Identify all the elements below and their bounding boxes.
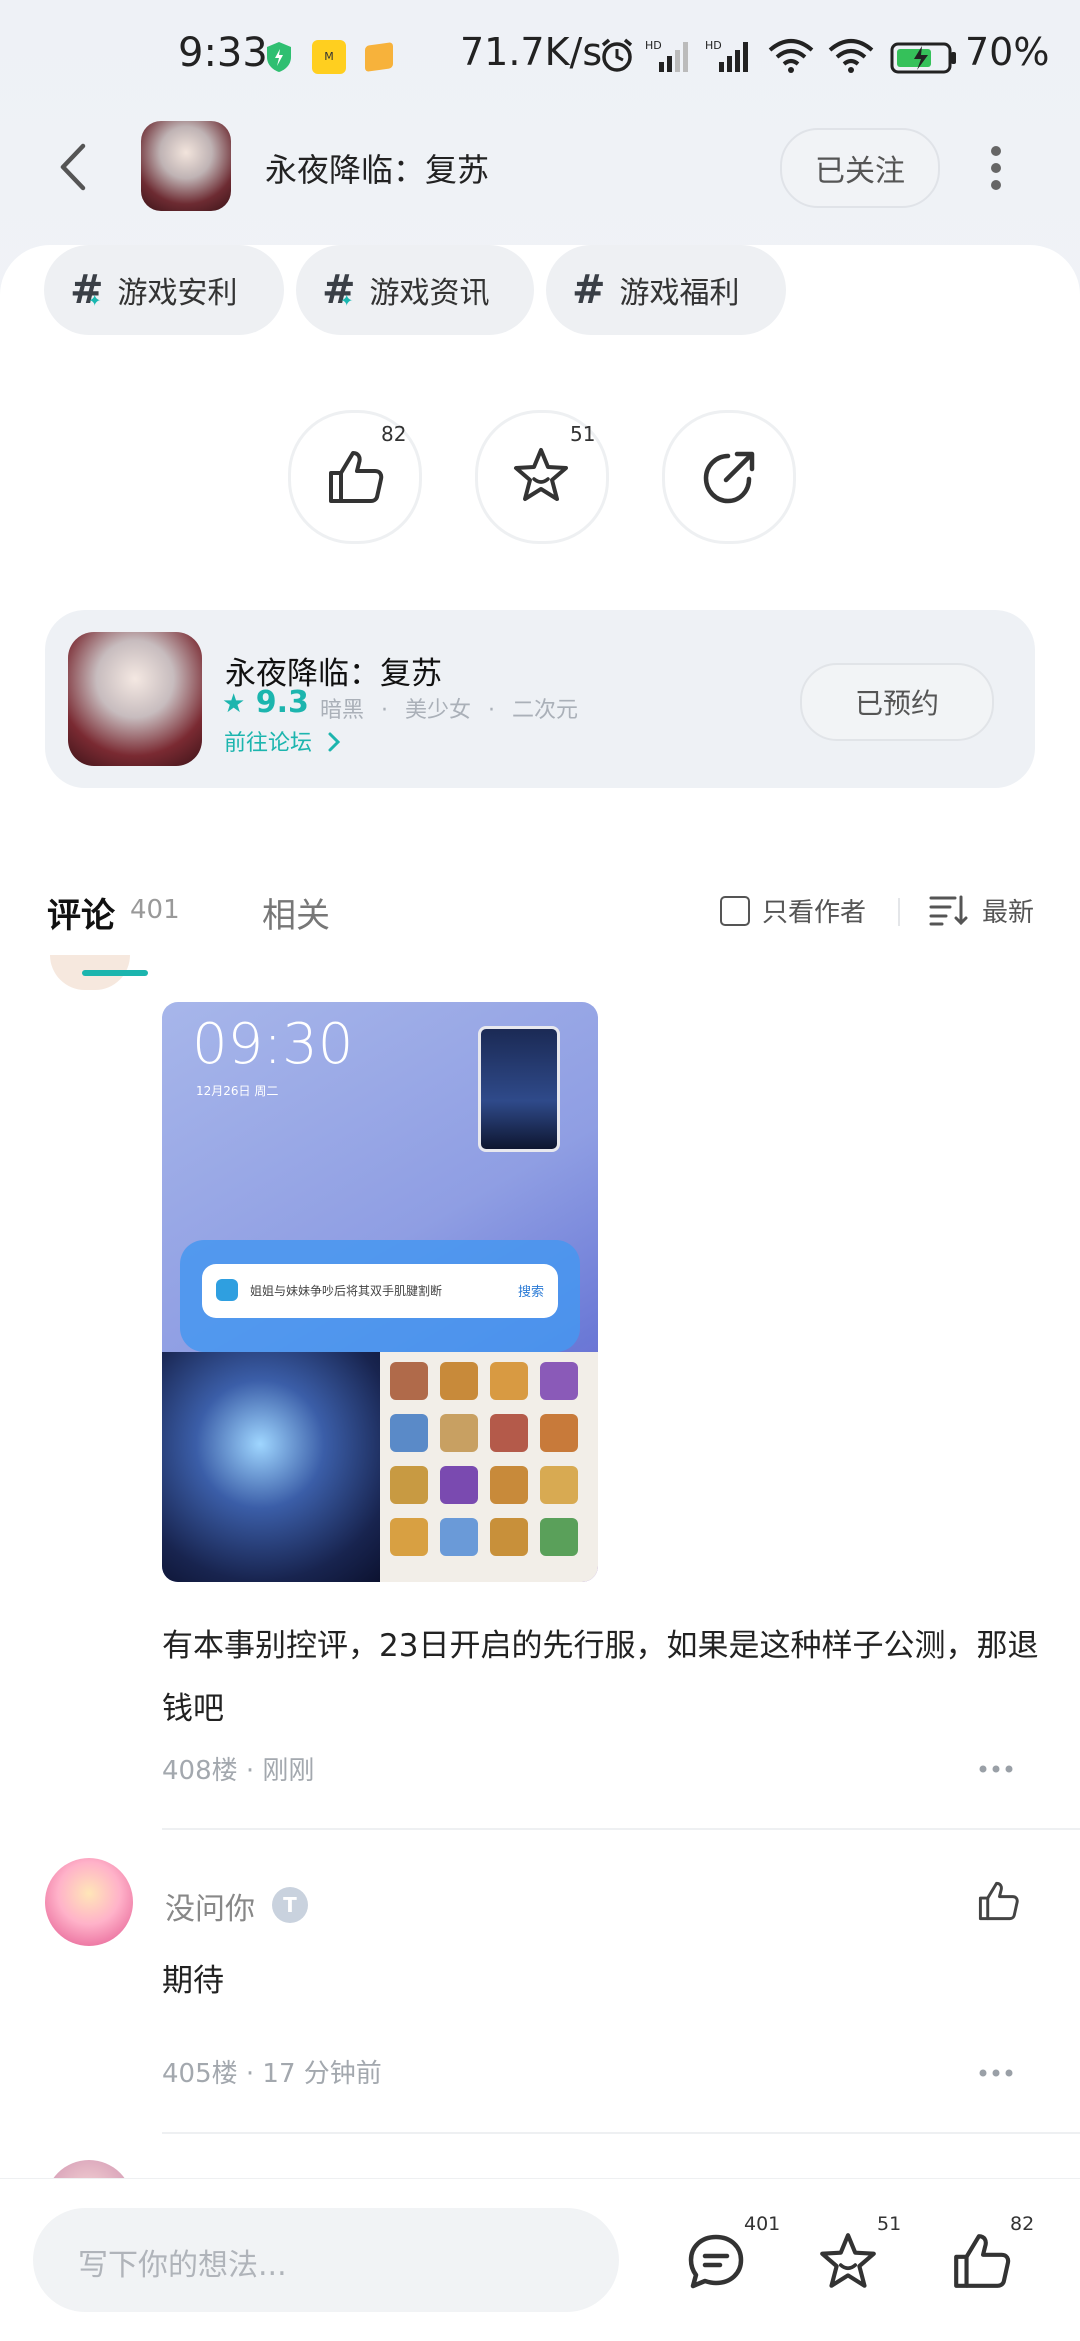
comment-like-icon[interactable] (976, 1880, 1020, 1922)
avatar[interactable] (45, 1858, 133, 1946)
battery-icon (890, 42, 956, 74)
game-tags: 暗黑 · 美少女 · 二次元 (320, 698, 579, 723)
divider (898, 898, 900, 926)
favorite-count: 51 (570, 422, 596, 446)
checkbox[interactable] (720, 895, 750, 926)
header-title: 永夜降临：复苏 (265, 151, 490, 189)
wifi-icon-2 (828, 39, 874, 73)
image-game-screenshot-1 (162, 1352, 380, 1582)
battery-percent: 70% (965, 30, 1050, 74)
tag-game-news[interactable]: # ✦ 游戏资讯 (296, 245, 534, 335)
hashtag-icon: # (572, 267, 606, 313)
share-button[interactable] (662, 410, 796, 544)
comment-meta: 408楼 · 刚刚 (162, 1756, 315, 1786)
game-tag: 暗黑 (320, 698, 365, 723)
back-arrow-icon[interactable] (55, 142, 91, 192)
image-game-screenshot-2 (380, 1352, 598, 1582)
game-tag: 二次元 (512, 698, 579, 723)
alarm-icon (601, 38, 633, 72)
score-value: 9.3 (255, 685, 309, 720)
image-mini-window (478, 1026, 560, 1152)
svg-text:HD: HD (645, 39, 662, 52)
note-icon (365, 42, 393, 72)
comment-username[interactable]: 没问你 (165, 1884, 255, 1928)
signal-hd-icon-2: HD (705, 39, 748, 72)
image-date: 12月26日 周二 (196, 1084, 279, 1098)
net-speed: 71.7K/s (460, 30, 603, 74)
tab-related[interactable]: 相关 (262, 888, 330, 937)
image-app-icon (216, 1279, 238, 1301)
sort-icon[interactable] (928, 894, 968, 926)
comment-divider (162, 1828, 1080, 1830)
score-star-icon: ★ (222, 689, 246, 719)
status-bar: 9:33 M 71.7K/s HD HD 70% (0, 0, 1080, 120)
only-author-toggle[interactable]: 只看作者 (720, 892, 866, 929)
image-clock: 09:30 (192, 1012, 354, 1077)
follow-button[interactable]: 已关注 (780, 128, 940, 208)
hashtag-icon: # ✦ (70, 267, 104, 313)
only-author-label: 只看作者 (762, 898, 867, 928)
image-search-button: 搜索 (517, 1285, 544, 1300)
comment-input-placeholder: 写下你的想法... (78, 2248, 287, 2283)
tab-comments-count: 401 (130, 895, 180, 925)
tag-label: 游戏福利 (619, 276, 740, 311)
comment-count: 401 (744, 2213, 781, 2235)
tab-comments[interactable]: 评论 (47, 888, 115, 937)
reserve-button[interactable]: 已预约 (800, 663, 994, 741)
favorite-count: 51 (877, 2213, 902, 2235)
tag-label: 游戏安利 (117, 276, 238, 311)
forum-link[interactable]: 前往论坛 (224, 725, 341, 757)
level-badge: T (272, 1887, 308, 1923)
like-count: 82 (1010, 2213, 1035, 2235)
tag-label: 游戏资讯 (369, 276, 490, 311)
hashtag-icon: # ✦ (322, 267, 356, 313)
wifi-icon-1 (768, 39, 814, 73)
comment-text: 有本事别控评，23日开启的先行服，如果是这种样子公测，那退钱吧 (162, 1628, 1039, 1727)
tab-indicator (82, 970, 148, 976)
image-search-box: 姐姐与妹妹争吵后将其双手肌腱割断 搜索 (202, 1264, 558, 1318)
like-icon[interactable] (950, 2232, 1012, 2290)
more-dots-icon[interactable] (978, 2068, 1014, 2078)
tag-game-recommend[interactable]: # ✦ 游戏安利 (44, 245, 284, 335)
share-icon (703, 451, 755, 504)
game-avatar[interactable] (141, 121, 231, 211)
like-count: 82 (381, 422, 407, 446)
game-score: ★ 9.3 (222, 685, 309, 720)
chevron-right-icon (328, 732, 341, 752)
tag-game-welfare[interactable]: # 游戏福利 (546, 245, 786, 335)
more-dots-icon[interactable] (978, 1764, 1014, 1774)
comment-text: 期待 (162, 1963, 224, 1999)
image-search-query: 姐姐与妹妹争吵后将其双手肌腱割断 (250, 1284, 443, 1298)
more-vertical-icon[interactable] (989, 145, 1003, 191)
comment-meta: 405楼 · 17 分钟前 (162, 2059, 382, 2089)
star-icon (514, 448, 568, 501)
meituan-icon: M (312, 40, 346, 74)
thumbs-up-icon (329, 451, 384, 503)
forum-link-label: 前往论坛 (224, 731, 313, 756)
sort-newest[interactable]: 最新 (982, 892, 1034, 929)
svg-text:HD: HD (705, 39, 722, 52)
comment-icon[interactable] (686, 2232, 746, 2292)
favorite-icon[interactable] (816, 2230, 880, 2294)
comment-image[interactable]: 09:30 12月26日 周二 姐姐与妹妹争吵后将其双手肌腱割断 搜索 (162, 1002, 598, 1582)
shield-icon (267, 42, 291, 72)
signal-hd-icon-1: HD (645, 39, 688, 72)
status-time: 9:33 (178, 30, 268, 76)
game-icon[interactable] (68, 632, 202, 766)
comment-divider (162, 2132, 1080, 2134)
game-tag: 美少女 (405, 698, 472, 723)
